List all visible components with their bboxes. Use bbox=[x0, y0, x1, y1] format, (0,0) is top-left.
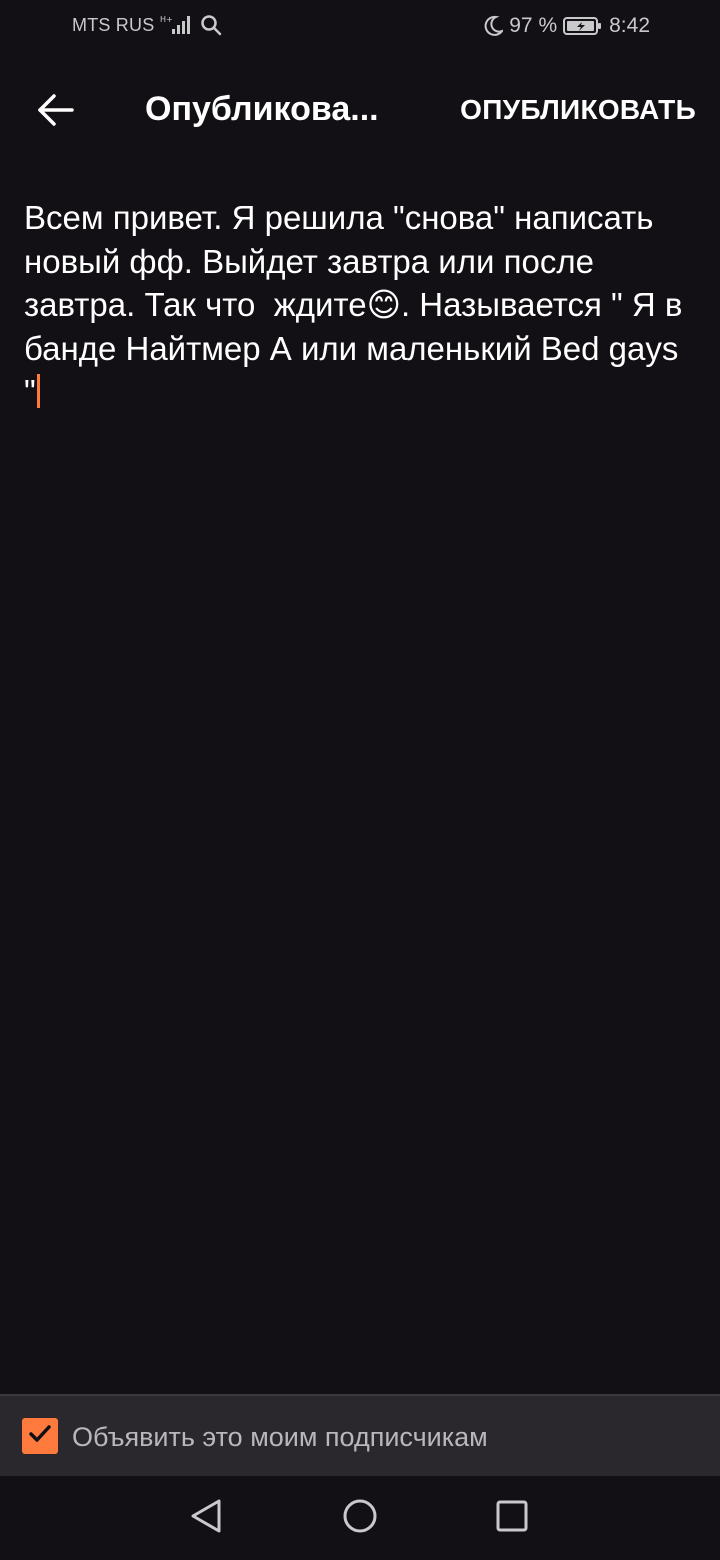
page-title: Опубликова... bbox=[145, 90, 379, 128]
home-circle-icon bbox=[342, 1498, 378, 1539]
post-text: Всем привет. Я решила "снова" написать н… bbox=[24, 199, 692, 410]
battery-percent: 97 % bbox=[509, 14, 558, 37]
status-right: 97 % 8:42 bbox=[483, 14, 650, 38]
back-button[interactable] bbox=[22, 78, 90, 146]
arrow-left-icon bbox=[36, 90, 76, 135]
nav-back-button[interactable] bbox=[186, 1498, 226, 1538]
back-triangle-icon bbox=[189, 1498, 223, 1539]
battery-icon bbox=[563, 15, 603, 37]
checkmark-icon bbox=[26, 1420, 54, 1453]
post-text-editor[interactable]: Всем привет. Я решила "снова" написать н… bbox=[24, 196, 696, 414]
announce-label[interactable]: Объявить это моим подписчикам bbox=[72, 1422, 488, 1453]
system-nav-bar bbox=[0, 1476, 720, 1560]
screen: MTS RUS H+ 97 % 8:42 Опубликова... ОПУБЛ… bbox=[0, 0, 720, 1560]
recents-square-icon bbox=[495, 1499, 529, 1538]
carrier-label: MTS RUS bbox=[72, 14, 155, 35]
search-icon bbox=[200, 14, 222, 36]
signal-icon: H+ bbox=[160, 14, 194, 36]
app-bar: Опубликова... ОПУБЛИКОВАТЬ bbox=[0, 56, 720, 168]
status-left: MTS RUS H+ bbox=[72, 14, 222, 36]
announce-checkbox[interactable] bbox=[22, 1418, 58, 1454]
nav-recents-button[interactable] bbox=[492, 1498, 532, 1538]
svg-text:H+: H+ bbox=[160, 15, 173, 24]
clock: 8:42 bbox=[609, 14, 650, 37]
announce-bar: Объявить это моим подписчикам bbox=[0, 1394, 720, 1476]
status-bar: MTS RUS H+ 97 % 8:42 bbox=[0, 0, 720, 56]
nav-home-button[interactable] bbox=[340, 1498, 380, 1538]
publish-button[interactable]: ОПУБЛИКОВАТЬ bbox=[460, 94, 696, 126]
text-cursor bbox=[36, 374, 40, 408]
moon-icon bbox=[483, 15, 504, 37]
